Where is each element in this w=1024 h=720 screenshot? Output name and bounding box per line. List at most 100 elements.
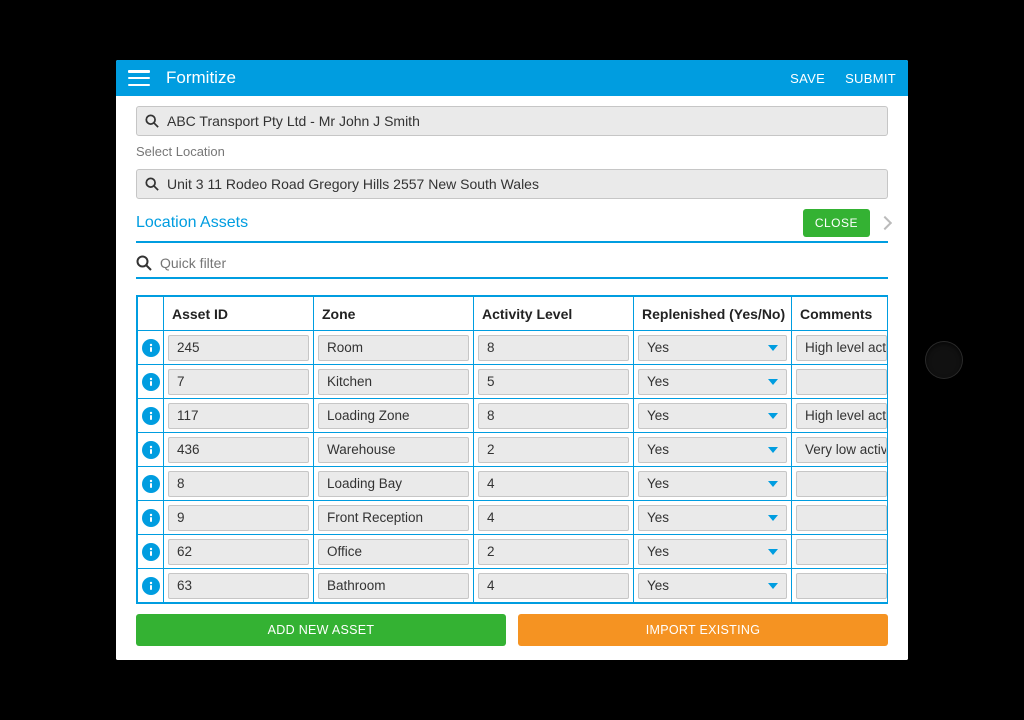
table-row: 63 Bathroom 4 Yes	[138, 569, 889, 603]
asset_id-field[interactable]: 245	[168, 335, 309, 361]
content-area: Select Location Location Assets CLOSE	[116, 96, 908, 660]
row-info-icon[interactable]	[142, 509, 160, 527]
quick-filter-row	[136, 255, 888, 279]
row-info-icon[interactable]	[142, 407, 160, 425]
chevron-down-icon	[768, 413, 778, 419]
row-info-icon[interactable]	[142, 441, 160, 459]
add-new-asset-button[interactable]: ADD NEW ASSET	[136, 614, 506, 646]
search-icon	[145, 114, 159, 128]
chevron-down-icon	[768, 345, 778, 351]
zone-field[interactable]: Loading Zone	[318, 403, 469, 429]
activity-field[interactable]: 8	[478, 335, 629, 361]
zone-field[interactable]: Warehouse	[318, 437, 469, 463]
search-icon	[145, 177, 159, 191]
replenished-dropdown[interactable]: Yes	[638, 403, 787, 429]
location-field[interactable]	[136, 169, 888, 199]
app-screen: Formitize SAVE SUBMIT Select Location	[116, 60, 908, 660]
asset_id-field[interactable]: 436	[168, 437, 309, 463]
col-header-replenished: Replenished (Yes/No)	[634, 297, 792, 331]
activity-field[interactable]: 5	[478, 369, 629, 395]
close-button[interactable]: CLOSE	[803, 209, 870, 237]
zone-field[interactable]: Bathroom	[318, 573, 469, 599]
asset_id-field[interactable]: 9	[168, 505, 309, 531]
zone-field[interactable]: Office	[318, 539, 469, 565]
tablet-device-frame: Formitize SAVE SUBMIT Select Location	[48, 32, 976, 688]
replenished-dropdown[interactable]: Yes	[638, 335, 787, 361]
asset_id-field[interactable]: 117	[168, 403, 309, 429]
col-header-zone: Zone	[314, 297, 474, 331]
replenished-dropdown[interactable]: Yes	[638, 539, 787, 565]
replenished-value: Yes	[647, 340, 669, 355]
menu-icon[interactable]	[128, 70, 150, 86]
chevron-down-icon	[768, 583, 778, 589]
table-row: 436 Warehouse 2 Yes Very low activity	[138, 433, 889, 467]
assets-table: Asset ID Zone Activity Level Replenished…	[136, 295, 888, 604]
zone-field[interactable]: Front Reception	[318, 505, 469, 531]
activity-field[interactable]: 8	[478, 403, 629, 429]
tablet-home-button[interactable]	[926, 342, 962, 378]
replenished-dropdown[interactable]: Yes	[638, 573, 787, 599]
replenished-value: Yes	[647, 510, 669, 525]
save-button[interactable]: SAVE	[790, 71, 825, 86]
search-icon	[136, 255, 152, 271]
comments-field[interactable]: High level activ	[796, 403, 887, 429]
row-info-icon[interactable]	[142, 577, 160, 595]
table-row: 7 Kitchen 5 Yes	[138, 365, 889, 399]
customer-search-field[interactable]	[136, 106, 888, 136]
import-existing-button[interactable]: IMPORT EXISTING	[518, 614, 888, 646]
comments-field[interactable]: Very low activity	[796, 437, 887, 463]
table-row: 245 Room 8 Yes High level activ	[138, 331, 889, 365]
comments-field[interactable]	[796, 369, 887, 395]
col-header-info	[138, 297, 164, 331]
chevron-down-icon	[768, 447, 778, 453]
comments-field[interactable]: High level activ	[796, 335, 887, 361]
zone-field[interactable]: Room	[318, 335, 469, 361]
table-header-row: Asset ID Zone Activity Level Replenished…	[138, 297, 889, 331]
row-info-icon[interactable]	[142, 543, 160, 561]
replenished-value: Yes	[647, 442, 669, 457]
replenished-dropdown[interactable]: Yes	[638, 369, 787, 395]
zone-field[interactable]: Kitchen	[318, 369, 469, 395]
chevron-down-icon	[768, 549, 778, 555]
row-info-icon[interactable]	[142, 373, 160, 391]
bottom-button-bar: ADD NEW ASSET IMPORT EXISTING	[136, 614, 888, 646]
table-row: 8 Loading Bay 4 Yes	[138, 467, 889, 501]
asset_id-field[interactable]: 63	[168, 573, 309, 599]
replenished-dropdown[interactable]: Yes	[638, 505, 787, 531]
comments-field[interactable]	[796, 539, 887, 565]
activity-field[interactable]: 4	[478, 505, 629, 531]
location-label: Select Location	[136, 144, 888, 159]
table-row: 62 Office 2 Yes	[138, 535, 889, 569]
section-title: Location Assets	[136, 214, 248, 232]
app-title: Formitize	[166, 68, 236, 88]
comments-field[interactable]	[796, 505, 887, 531]
quick-filter-input[interactable]	[152, 255, 888, 271]
comments-field[interactable]	[796, 573, 887, 599]
asset_id-field[interactable]: 7	[168, 369, 309, 395]
replenished-value: Yes	[647, 544, 669, 559]
activity-field[interactable]: 4	[478, 471, 629, 497]
replenished-value: Yes	[647, 476, 669, 491]
chevron-down-icon	[768, 481, 778, 487]
row-info-icon[interactable]	[142, 475, 160, 493]
activity-field[interactable]: 2	[478, 437, 629, 463]
customer-search-input[interactable]	[159, 113, 879, 129]
submit-button[interactable]: SUBMIT	[845, 71, 896, 86]
table-row: 9 Front Reception 4 Yes	[138, 501, 889, 535]
replenished-value: Yes	[647, 374, 669, 389]
activity-field[interactable]: 2	[478, 539, 629, 565]
comments-field[interactable]	[796, 471, 887, 497]
chevron-right-icon[interactable]	[880, 216, 888, 230]
replenished-value: Yes	[647, 578, 669, 593]
replenished-value: Yes	[647, 408, 669, 423]
asset_id-field[interactable]: 8	[168, 471, 309, 497]
zone-field[interactable]: Loading Bay	[318, 471, 469, 497]
replenished-dropdown[interactable]: Yes	[638, 471, 787, 497]
asset_id-field[interactable]: 62	[168, 539, 309, 565]
activity-field[interactable]: 4	[478, 573, 629, 599]
col-header-activity: Activity Level	[474, 297, 634, 331]
replenished-dropdown[interactable]: Yes	[638, 437, 787, 463]
chevron-down-icon	[768, 379, 778, 385]
location-input[interactable]	[159, 176, 879, 192]
row-info-icon[interactable]	[142, 339, 160, 357]
